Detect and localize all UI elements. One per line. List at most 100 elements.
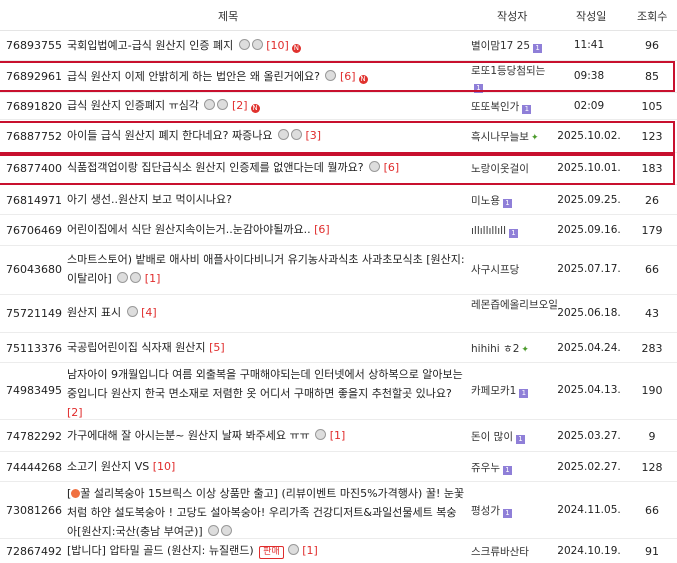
post-title-link[interactable]: 어린이집에서 식단 원산지속이는거..눈감아야될까요.. [6] (67, 220, 465, 239)
author-name[interactable]: 쥬우누 1 (471, 461, 559, 476)
post-title-link[interactable]: 남자아이 9개월입니다 여름 외출복을 구매해야되는데 인터넷에서 상하복으로 … (67, 365, 465, 422)
post-number: 75113376 (6, 342, 62, 355)
post-title-link[interactable]: 소고기 원산지 VS [10] (67, 457, 465, 476)
comment-count[interactable]: [2] (232, 99, 248, 112)
post-title-link[interactable]: [꿀 설리복숭아 15브릭스 이상 상품만 출고] (리뷰이벤트 마진5%가격행… (67, 484, 465, 541)
table-row[interactable]: 76043680 스마트스토어) 밭배로 애사비 애플사이다비니거 유기농사과식… (0, 246, 677, 295)
table-header: 제목 작성자 작성일 조회수 (0, 0, 677, 31)
table-row[interactable]: 74782292 가구에대해 잘 아시는분~ 원산지 날짜 봐주세요 ㅠㅠ [1… (0, 420, 677, 452)
post-date: 2025.04.24. (557, 342, 621, 354)
image-icon (315, 429, 327, 440)
post-title-link[interactable]: [밥니다] 압타밀 골드 (원산지: 뉴질랜드) 판매 [1] (67, 541, 465, 560)
level-icon: 1 (502, 199, 512, 208)
level-icon: 1 (515, 435, 525, 444)
level-icon: 1 (522, 105, 532, 114)
comment-count[interactable]: [1] (330, 429, 346, 442)
post-date: 02:09 (573, 100, 605, 112)
peach-icon (71, 489, 81, 498)
header-date: 작성일 (576, 10, 607, 23)
post-date: 2025.02.27. (557, 461, 621, 473)
post-date: 2025.06.18. (557, 307, 621, 319)
post-title-link[interactable]: 아기 생선..원산지 보고 먹이시나요? (67, 190, 465, 209)
author-name[interactable]: 카페모카1 1 (471, 384, 559, 399)
author-name[interactable]: 또또복인가 1 (471, 100, 559, 115)
comment-count[interactable]: [4] (141, 306, 157, 319)
post-title-link[interactable]: 국회입법예고-급식 원산지 인증 폐지 [10] N (67, 36, 465, 55)
level-icon: 1 (502, 466, 512, 475)
new-icon: N (250, 104, 260, 113)
post-date: 11:41 (573, 39, 605, 51)
post-number: 76893755 (6, 39, 62, 52)
post-title-link[interactable]: 원산지 표시 [4] (67, 303, 465, 322)
image-icon (204, 99, 216, 110)
header-title: 제목 (218, 10, 239, 23)
table-row[interactable]: 75113376 국공립어린이집 식자재 원산지 [5] hihihi ㅎ2 ✦ … (0, 333, 677, 363)
view-count: 283 (641, 342, 663, 355)
post-date: 2024.10.19. (557, 545, 621, 557)
post-number: 73081266 (6, 504, 62, 517)
highlight-box (0, 121, 675, 156)
post-title-link[interactable]: 스마트스토어) 밭배로 애사비 애플사이다비니거 유기농사과식초 사과초모식초 … (67, 250, 465, 288)
post-date: 2025.09.25. (557, 194, 621, 206)
comment-count[interactable]: [1] (302, 544, 318, 557)
attach-icon (251, 39, 263, 50)
view-count: 26 (645, 194, 659, 207)
header-author: 작성자 (497, 10, 528, 23)
post-date: 2025.07.17. (557, 263, 621, 275)
view-count: 105 (641, 100, 663, 113)
header-views: 조회수 (637, 10, 668, 23)
author-name[interactable]: 별이맘17 25 1 (471, 39, 559, 54)
sprout-icon: ✦ (521, 345, 529, 355)
new-icon: N (291, 44, 301, 53)
view-count: 190 (641, 384, 663, 397)
image-icon (126, 306, 138, 317)
view-count: 179 (641, 224, 663, 237)
table-row[interactable]: 76893755 국회입법예고-급식 원산지 인증 폐지 [10] N 별이맘17… (0, 31, 677, 61)
post-number: 74782292 (6, 430, 62, 443)
level-icon: 1 (533, 44, 543, 53)
table-row[interactable]: 76891820 급식 원산지 인증폐지 ㅠ심각 [2] N 또또복인가 1 02:… (0, 93, 677, 120)
highlight-box (0, 61, 675, 92)
image-icon (208, 525, 220, 536)
comment-count[interactable]: [5] (209, 341, 225, 354)
post-number: 76814971 (6, 194, 62, 207)
level-icon: 1 (502, 509, 512, 518)
author-name[interactable]: 미노용 1 (471, 194, 559, 209)
view-count: 128 (641, 461, 663, 474)
post-title-link[interactable]: 국공립어린이집 식자재 원산지 [5] (67, 338, 465, 357)
author-name[interactable]: 사구시프당 (471, 263, 559, 278)
image-icon (287, 544, 299, 555)
table-row[interactable]: 73081266 [꿀 설리복숭아 15브릭스 이상 상품만 출고] (리뷰이벤… (0, 482, 677, 539)
post-number: 76891820 (6, 100, 62, 113)
sale-badge: 판매 (259, 546, 284, 559)
table-row[interactable]: 75721149 원산지 표시 [4] 레몬즙에올리브오일 2025.06.18… (0, 295, 677, 333)
table-row[interactable]: 76814971 아기 생선..원산지 보고 먹이시나요? 미노용 1 2025.… (0, 185, 677, 215)
table-row[interactable]: 76706469 어린이집에서 식단 원산지속이는거..눈감아야될까요.. [6… (0, 215, 677, 246)
author-name[interactable]: 레몬즙에올리브오일 (471, 298, 559, 313)
author-name[interactable]: 평성가 1 (471, 504, 559, 519)
view-count: 43 (645, 307, 659, 320)
highlight-box (0, 152, 675, 185)
post-title-link[interactable]: 급식 원산지 인증폐지 ㅠ심각 [2] N (67, 96, 465, 115)
comment-count[interactable]: [2] (67, 406, 83, 419)
post-number: 74444268 (6, 461, 62, 474)
level-icon: 1 (519, 389, 529, 398)
image-icon (238, 39, 250, 50)
image-icon (117, 272, 129, 283)
comment-count[interactable]: [1] (145, 272, 161, 285)
author-name[interactable]: ıllıllıllıll 1 (471, 224, 559, 239)
post-number: 76043680 (6, 263, 62, 276)
comment-count[interactable]: [10] (266, 39, 289, 52)
table-row[interactable]: 72867492 [밥니다] 압타밀 골드 (원산지: 뉴질랜드) 판매 [1]… (0, 539, 677, 563)
table-row[interactable]: 74983495 남자아이 9개월입니다 여름 외출복을 구매해야되는데 인터넷… (0, 363, 677, 420)
comment-count[interactable]: [6] (314, 223, 330, 236)
comment-count[interactable]: [10] (153, 460, 176, 473)
author-name[interactable]: 돈이 많이 1 (471, 430, 559, 445)
post-title-link[interactable]: 가구에대해 잘 아시는분~ 원산지 날짜 봐주세요 ㅠㅠ [1] (67, 426, 465, 445)
post-number: 75721149 (6, 307, 62, 320)
author-name[interactable]: 스크류바산타 (471, 545, 559, 560)
author-name[interactable]: hihihi ㅎ2 ✦ (471, 342, 559, 358)
view-count: 66 (645, 504, 659, 517)
table-row[interactable]: 74444268 소고기 원산지 VS [10] 쥬우누 1 2025.02.27… (0, 452, 677, 482)
attach-icon (130, 272, 142, 283)
